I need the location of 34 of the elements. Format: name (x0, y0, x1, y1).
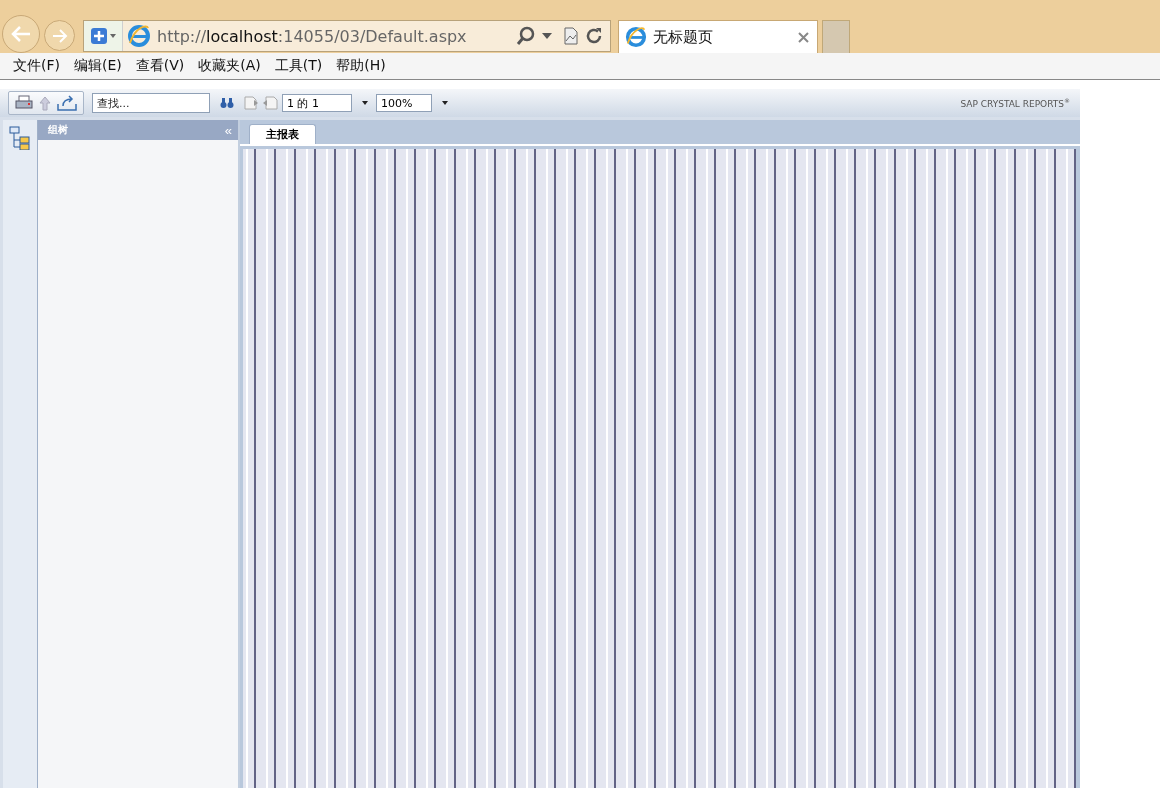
search-field[interactable]: 查找... (92, 93, 210, 113)
menu-item[interactable]: 工具(T) (267, 57, 330, 75)
panel-title: 组树 (48, 123, 68, 137)
tab-title: 无标题页 (653, 27, 714, 47)
close-icon[interactable] (798, 31, 809, 43)
menu-item[interactable]: 文件(F) (6, 57, 67, 75)
forward-arrow-icon (50, 28, 69, 43)
dropdown-caret-icon[interactable] (362, 101, 368, 105)
address-bar[interactable]: http://localhost:14055/03/Default.aspx (83, 20, 611, 52)
report-tab[interactable]: 主报表 (249, 124, 316, 144)
menu-item[interactable]: 收藏夹(A) (191, 57, 268, 75)
zoom-dropdown[interactable]: 100% (376, 94, 432, 112)
binoculars-icon[interactable] (220, 97, 234, 109)
ie-logo-icon (127, 24, 151, 48)
dropdown-caret-icon[interactable] (542, 33, 552, 39)
back-arrow-icon (10, 25, 32, 43)
menu-item[interactable]: 查看(V) (128, 57, 192, 75)
menu-item[interactable]: 帮助(H) (329, 57, 393, 75)
brand-label: SAP CRYSTAL REPORTS$^{®}$ (960, 97, 1070, 109)
browser-tab[interactable]: 无标题页 (618, 20, 818, 53)
ie-logo-icon (625, 26, 647, 48)
compatibility-view-icon[interactable] (564, 27, 578, 45)
url-text: http://localhost:14055/03/Default.aspx (157, 26, 468, 46)
next-page-icon[interactable] (263, 96, 278, 110)
page-dropdown[interactable]: 1 的 1 (282, 94, 352, 112)
previous-page-icon[interactable] (244, 96, 259, 110)
group-tree-icon[interactable] (9, 126, 31, 150)
refresh-icon[interactable] (584, 26, 604, 46)
dropdown-caret-icon[interactable] (442, 101, 448, 105)
export-icon[interactable] (57, 95, 77, 111)
shield-plus-icon (84, 21, 123, 51)
search-icon[interactable] (516, 26, 536, 46)
printer-icon[interactable] (15, 95, 33, 111)
menu-item[interactable]: 编辑(E) (67, 57, 129, 75)
